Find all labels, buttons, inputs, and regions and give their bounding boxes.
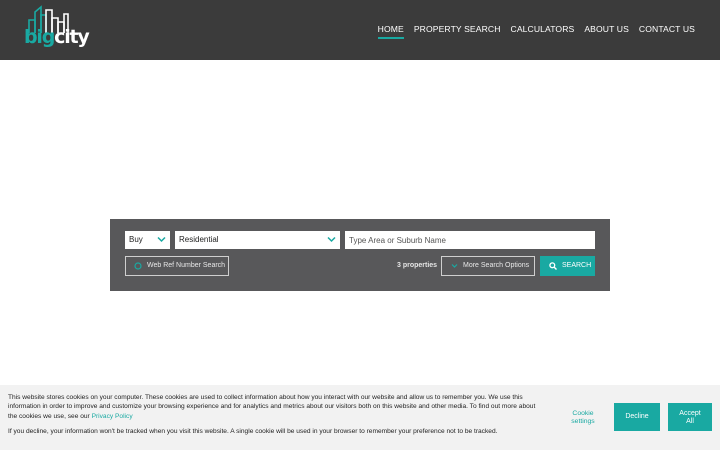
property-search-panel: Buy Residential Web Ref Number Search 3 … xyxy=(110,219,610,291)
chevron-down-icon xyxy=(451,264,458,268)
privacy-policy-link[interactable]: Privacy Policy xyxy=(92,413,133,420)
site-header: bigcity HOME PROPERTY SEARCH CALCULATORS… xyxy=(0,0,720,60)
search-button[interactable]: SEARCH xyxy=(540,256,595,276)
nav-home[interactable]: HOME xyxy=(377,24,405,39)
cookie-settings-line1: Cookie xyxy=(572,410,594,417)
accept-all-button[interactable]: Accept All xyxy=(668,403,712,431)
property-type-value: Residential xyxy=(179,235,219,244)
cookie-notice-text: This website stores cookies on your comp… xyxy=(8,393,543,421)
nav-about-us[interactable]: ABOUT US xyxy=(584,24,629,38)
search-icon xyxy=(549,262,557,270)
web-ref-search-label: Web Ref Number Search xyxy=(147,262,226,269)
cookie-consent-bar: This website stores cookies on your comp… xyxy=(0,385,720,450)
chevron-down-icon xyxy=(327,236,336,243)
cookie-settings-line2: settings xyxy=(571,417,595,425)
property-type-select[interactable]: Residential xyxy=(175,231,340,249)
web-ref-search-button[interactable]: Web Ref Number Search xyxy=(125,256,229,276)
cookie-decline-info: If you decline, your information won't b… xyxy=(8,428,498,435)
main-nav: HOME PROPERTY SEARCH CALCULATORS ABOUT U… xyxy=(377,24,695,39)
listing-type-value: Buy xyxy=(129,235,143,244)
logo-wordmark: bigcity xyxy=(24,26,90,48)
cookie-notice-main: This website stores cookies on your comp… xyxy=(8,394,536,420)
chevron-down-icon xyxy=(157,236,166,243)
listing-type-select[interactable]: Buy xyxy=(125,231,170,249)
more-search-options-button[interactable]: More Search Options xyxy=(441,256,535,276)
nav-calculators[interactable]: CALCULATORS xyxy=(511,24,575,38)
property-count: 3 properties xyxy=(397,262,438,269)
decline-button[interactable]: Decline xyxy=(614,403,660,431)
cookie-settings-link[interactable]: Cookie settings xyxy=(562,410,604,425)
nav-property-search[interactable]: PROPERTY SEARCH xyxy=(414,24,501,38)
area-suburb-input[interactable] xyxy=(345,231,595,249)
more-search-options-label: More Search Options xyxy=(463,262,530,269)
nav-contact-us[interactable]: CONTACT US xyxy=(639,24,695,38)
circle-icon xyxy=(134,262,142,270)
accept-line2: All xyxy=(686,417,694,425)
bigcity-logo[interactable]: bigcity xyxy=(24,4,90,54)
logo-big-text: big xyxy=(24,26,55,48)
accept-line1: Accept xyxy=(679,410,701,417)
logo-city-text: city xyxy=(54,26,90,48)
search-button-label: SEARCH xyxy=(562,262,592,269)
